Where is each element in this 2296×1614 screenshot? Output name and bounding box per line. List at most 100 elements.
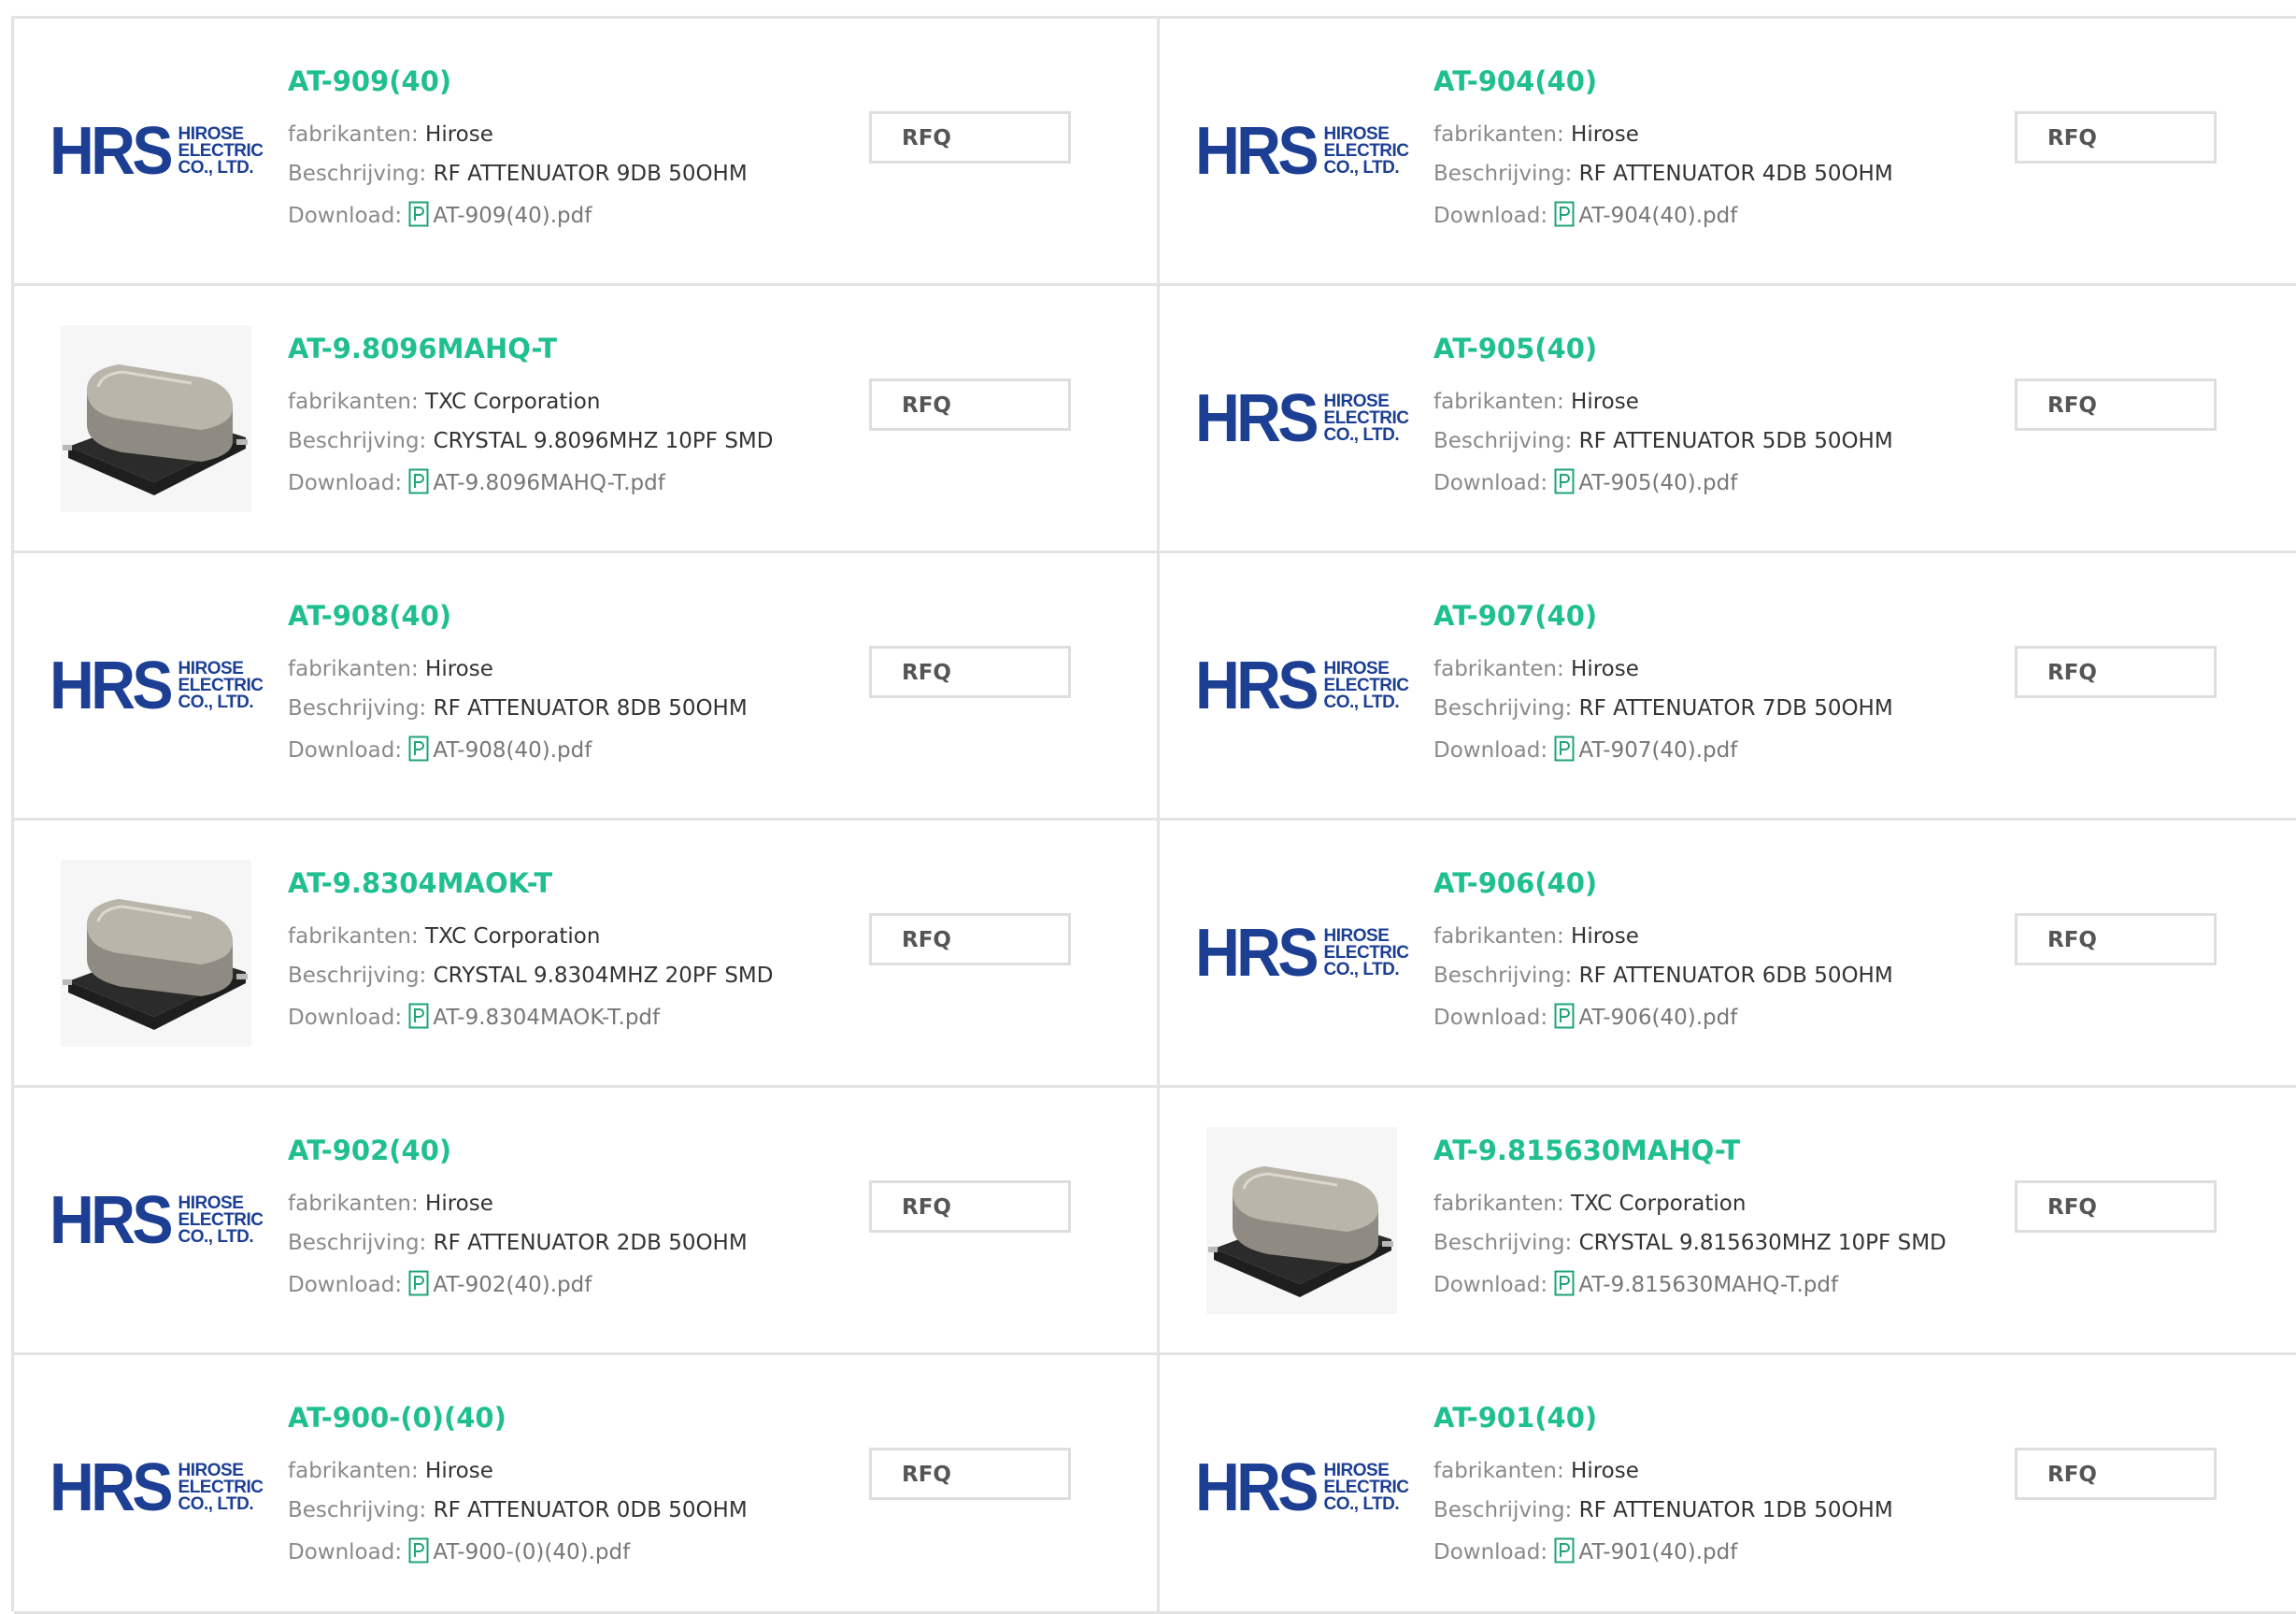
product-image[interactable] — [61, 325, 251, 512]
manufacturer-label: fabrikanten: — [288, 390, 419, 414]
product-image[interactable]: HRS HIROSE ELECTRIC CO., LTD. — [1195, 593, 1410, 779]
part-number-link[interactable]: AT-9.8304MAOK-T — [288, 867, 552, 899]
product-image[interactable] — [1206, 1127, 1397, 1314]
rfq-button[interactable]: RFQ — [2015, 913, 2217, 965]
manufacturer-value: TXC Corporation — [425, 390, 601, 414]
description-row: Beschrijving: RF ATTENUATOR 8DB 50OHM — [288, 696, 748, 721]
part-number-link[interactable]: AT-905(40) — [1433, 333, 1597, 364]
datasheet-link[interactable]: AT-9.8096MAHQ-T.pdf — [433, 471, 664, 495]
datasheet-link[interactable]: AT-901(40).pdf — [1578, 1540, 1737, 1564]
product-grid: HRS HIROSE ELECTRIC CO., LTD. AT-909(40)… — [11, 16, 2296, 1614]
rfq-button[interactable]: RFQ — [2015, 1180, 2217, 1233]
pdf-icon[interactable] — [1554, 201, 1575, 227]
part-number-link[interactable]: AT-9.8096MAHQ-T — [288, 333, 557, 364]
part-number-link[interactable]: AT-908(40) — [288, 600, 451, 632]
description-label: Beschrijving: — [288, 429, 427, 453]
product-image[interactable]: HRS HIROSE ELECTRIC CO., LTD. — [50, 593, 264, 779]
hirose-logo: HRS HIROSE ELECTRIC CO., LTD. — [1194, 1450, 1410, 1525]
hrs-logo-mark: HRS — [1194, 114, 1319, 189]
hrs-logo-line: CO., LTD. — [1323, 425, 1400, 445]
pdf-icon[interactable] — [1554, 468, 1575, 494]
rfq-button[interactable]: RFQ — [2015, 379, 2217, 431]
manufacturer-row: fabrikanten: TXC Corporation — [288, 390, 600, 414]
product-image[interactable]: HRS HIROSE ELECTRIC CO., LTD. — [1195, 860, 1410, 1047]
manufacturer-value: Hirose — [1571, 657, 1639, 681]
rfq-button[interactable]: RFQ — [869, 1180, 1071, 1233]
hirose-logo: HRS HIROSE ELECTRIC CO., LTD. — [50, 1187, 264, 1254]
rfq-button[interactable]: RFQ — [869, 646, 1071, 698]
rfq-button[interactable]: RFQ — [869, 1448, 1071, 1500]
rfq-button[interactable]: RFQ — [2015, 111, 2217, 164]
product-image[interactable]: HRS HIROSE ELECTRIC CO., LTD. — [1195, 325, 1410, 512]
product-card: HRS HIROSE ELECTRIC CO., LTD. AT-902(40)… — [14, 1088, 1160, 1355]
description-value: CRYSTAL 9.8304MHZ 20PF SMD — [433, 964, 774, 988]
pdf-icon[interactable] — [408, 1003, 429, 1029]
description-value: RF ATTENUATOR 2DB 50OHM — [433, 1231, 748, 1255]
datasheet-link[interactable]: AT-904(40).pdf — [1578, 204, 1737, 228]
rfq-button[interactable]: RFQ — [869, 379, 1071, 431]
pdf-icon[interactable] — [1554, 736, 1575, 762]
pdf-icon[interactable] — [408, 736, 429, 762]
hrs-logo-mark: HRS — [1194, 916, 1319, 991]
rfq-button[interactable]: RFQ — [2015, 646, 2217, 698]
part-number-link[interactable]: AT-906(40) — [1433, 867, 1597, 899]
description-value: RF ATTENUATOR 6DB 50OHM — [1578, 964, 1893, 988]
product-image[interactable] — [61, 860, 251, 1047]
pdf-icon[interactable] — [408, 1537, 429, 1564]
download-label: Download: — [288, 204, 403, 228]
datasheet-link[interactable]: AT-905(40).pdf — [1578, 471, 1737, 495]
hrs-logo-line: CO., LTD. — [1323, 1494, 1400, 1514]
download-label: Download: — [288, 1540, 403, 1564]
crystal-photo — [61, 860, 251, 1047]
description-value: CRYSTAL 9.815630MHZ 10PF SMD — [1578, 1231, 1947, 1255]
part-number-link[interactable]: AT-909(40) — [288, 65, 451, 97]
part-number-link[interactable]: AT-901(40) — [1433, 1402, 1597, 1434]
datasheet-link[interactable]: AT-900-(0)(40).pdf — [433, 1540, 630, 1564]
product-card: HRS HIROSE ELECTRIC CO., LTD. AT-906(40)… — [1160, 821, 2296, 1088]
datasheet-link[interactable]: AT-902(40).pdf — [433, 1273, 592, 1297]
description-value: CRYSTAL 9.8096MHZ 10PF SMD — [433, 429, 774, 453]
manufacturer-value: Hirose — [1571, 390, 1639, 414]
download-row: Download: AT-907(40).pdf — [1433, 736, 1737, 763]
manufacturer-label: fabrikanten: — [1433, 390, 1564, 414]
product-image[interactable]: HRS HIROSE ELECTRIC CO., LTD. — [1195, 58, 1410, 245]
hrs-logo-text: HIROSE ELECTRIC CO., LTD. — [178, 1462, 264, 1513]
manufacturer-row: fabrikanten: Hirose — [288, 1192, 493, 1216]
product-image[interactable]: HRS HIROSE ELECTRIC CO., LTD. — [50, 58, 264, 245]
datasheet-link[interactable]: AT-906(40).pdf — [1578, 1006, 1737, 1030]
description-value: RF ATTENUATOR 7DB 50OHM — [1578, 696, 1893, 721]
manufacturer-value: Hirose — [425, 122, 493, 147]
product-image[interactable]: HRS HIROSE ELECTRIC CO., LTD. — [50, 1127, 264, 1314]
datasheet-link[interactable]: AT-908(40).pdf — [433, 738, 592, 763]
hirose-logo: HRS HIROSE ELECTRIC CO., LTD. — [50, 1454, 264, 1521]
datasheet-link[interactable]: AT-9.8304MAOK-T.pdf — [433, 1006, 660, 1030]
rfq-button[interactable]: RFQ — [2015, 1448, 2217, 1500]
part-number-link[interactable]: AT-900-(0)(40) — [288, 1402, 506, 1434]
product-image[interactable]: HRS HIROSE ELECTRIC CO., LTD. — [1195, 1394, 1410, 1581]
part-number-link[interactable]: AT-904(40) — [1433, 65, 1597, 97]
pdf-icon[interactable] — [1554, 1537, 1575, 1564]
pdf-icon[interactable] — [1554, 1270, 1575, 1296]
manufacturer-row: fabrikanten: Hirose — [1433, 122, 1639, 147]
product-image[interactable]: HRS HIROSE ELECTRIC CO., LTD. — [50, 1394, 264, 1581]
pdf-icon[interactable] — [408, 201, 429, 227]
part-number-link[interactable]: AT-907(40) — [1433, 600, 1597, 632]
pdf-icon[interactable] — [408, 1270, 429, 1296]
hrs-logo-mark: HRS — [1194, 1450, 1319, 1525]
datasheet-link[interactable]: AT-909(40).pdf — [433, 204, 592, 228]
manufacturer-label: fabrikanten: — [288, 1459, 419, 1483]
datasheet-link[interactable]: AT-907(40).pdf — [1578, 738, 1737, 763]
datasheet-link[interactable]: AT-9.815630MAHQ-T.pdf — [1578, 1273, 1838, 1297]
pdf-icon[interactable] — [1554, 1003, 1575, 1029]
rfq-button[interactable]: RFQ — [869, 913, 1071, 965]
hrs-logo-text: HIROSE ELECTRIC CO., LTD. — [1324, 660, 1410, 711]
hirose-logo: HRS HIROSE ELECTRIC CO., LTD. — [1194, 916, 1410, 991]
description-value: RF ATTENUATOR 9DB 50OHM — [433, 162, 748, 186]
rfq-button[interactable]: RFQ — [869, 111, 1071, 164]
product-card: HRS HIROSE ELECTRIC CO., LTD. AT-908(40)… — [14, 553, 1160, 821]
description-row: Beschrijving: RF ATTENUATOR 6DB 50OHM — [1433, 964, 1893, 988]
hrs-logo-mark: HRS — [49, 649, 173, 723]
part-number-link[interactable]: AT-9.815630MAHQ-T — [1433, 1135, 1740, 1166]
pdf-icon[interactable] — [408, 468, 429, 494]
part-number-link[interactable]: AT-902(40) — [288, 1135, 451, 1166]
